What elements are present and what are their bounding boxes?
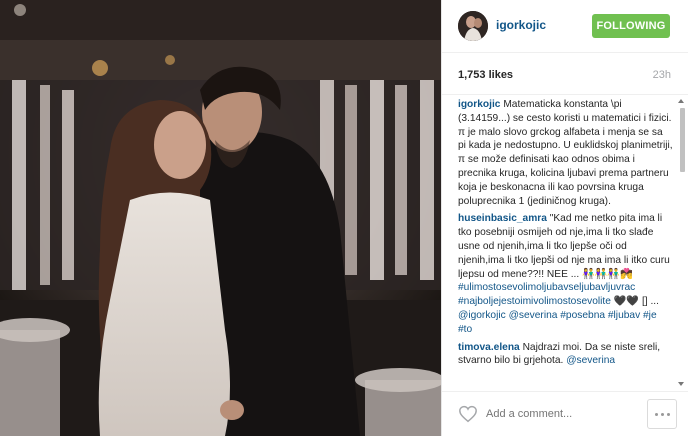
avatar[interactable] bbox=[458, 11, 488, 41]
hashtag-link[interactable]: #najboljejestoimivolimostosevolite bbox=[458, 296, 611, 307]
hashtag-link[interactable]: #je bbox=[643, 310, 657, 321]
heart-outline-icon[interactable] bbox=[458, 405, 478, 423]
mention-link[interactable]: @severina bbox=[509, 310, 558, 321]
add-comment-input[interactable] bbox=[486, 408, 626, 420]
comment-item: igorkojic Matematicka konstanta \pi (3.1… bbox=[442, 98, 688, 208]
scroll-down-arrow[interactable] bbox=[678, 382, 684, 386]
post-photo-image bbox=[0, 0, 441, 436]
ellipsis-icon bbox=[666, 412, 670, 416]
hashtag-link[interactable]: #to bbox=[458, 324, 472, 335]
comment-text-fragment: [] ... bbox=[641, 296, 659, 308]
scrollbar-thumb[interactable] bbox=[680, 108, 685, 172]
hashtag-link[interactable]: #ljubav bbox=[608, 310, 640, 321]
timestamp[interactable]: 23h bbox=[653, 69, 671, 81]
post-stats: 1,753 likes 23h bbox=[442, 53, 688, 95]
scroll-up-arrow[interactable] bbox=[678, 99, 684, 103]
following-button[interactable]: FOLLOWING bbox=[592, 14, 670, 38]
mention-link[interactable]: @severina bbox=[566, 355, 615, 366]
hashtag-link[interactable]: #posebna bbox=[560, 310, 605, 321]
hashtag-link[interactable]: #ulimostosevolimoljubavseljubavljuvrac bbox=[458, 282, 635, 293]
comments-list[interactable]: igorkojic Matematicka konstanta \pi (3.1… bbox=[442, 95, 688, 391]
username-link[interactable]: igorkojic bbox=[496, 18, 546, 32]
mention-link[interactable]: @igorkojic bbox=[458, 310, 506, 321]
post-photo[interactable] bbox=[0, 0, 441, 436]
likes-count[interactable]: 1,753 likes bbox=[458, 69, 513, 81]
ellipsis-icon bbox=[654, 412, 658, 416]
comment-user[interactable]: timova.elena bbox=[458, 342, 520, 353]
comment-item: huseinbasic_amra "Kad me netko pita ima … bbox=[442, 212, 688, 336]
post-header: igorkojic FOLLOWING bbox=[442, 0, 688, 53]
comment-text: Matematicka konstanta \pi (3.14159...) s… bbox=[458, 99, 673, 207]
comment-item: timova.elena Najdrazi moi. Da se niste s… bbox=[442, 341, 688, 369]
comment-user[interactable]: igorkojic bbox=[458, 99, 500, 110]
emoji-text: 🖤🖤 bbox=[613, 296, 640, 308]
comment-user[interactable]: huseinbasic_amra bbox=[458, 213, 547, 224]
more-options-button[interactable] bbox=[647, 399, 677, 429]
comment-bar bbox=[442, 391, 688, 436]
post-sidebar: igorkojic FOLLOWING 1,753 likes 23h igor… bbox=[441, 0, 688, 436]
ellipsis-icon bbox=[660, 412, 664, 416]
avatar-image bbox=[458, 11, 488, 41]
